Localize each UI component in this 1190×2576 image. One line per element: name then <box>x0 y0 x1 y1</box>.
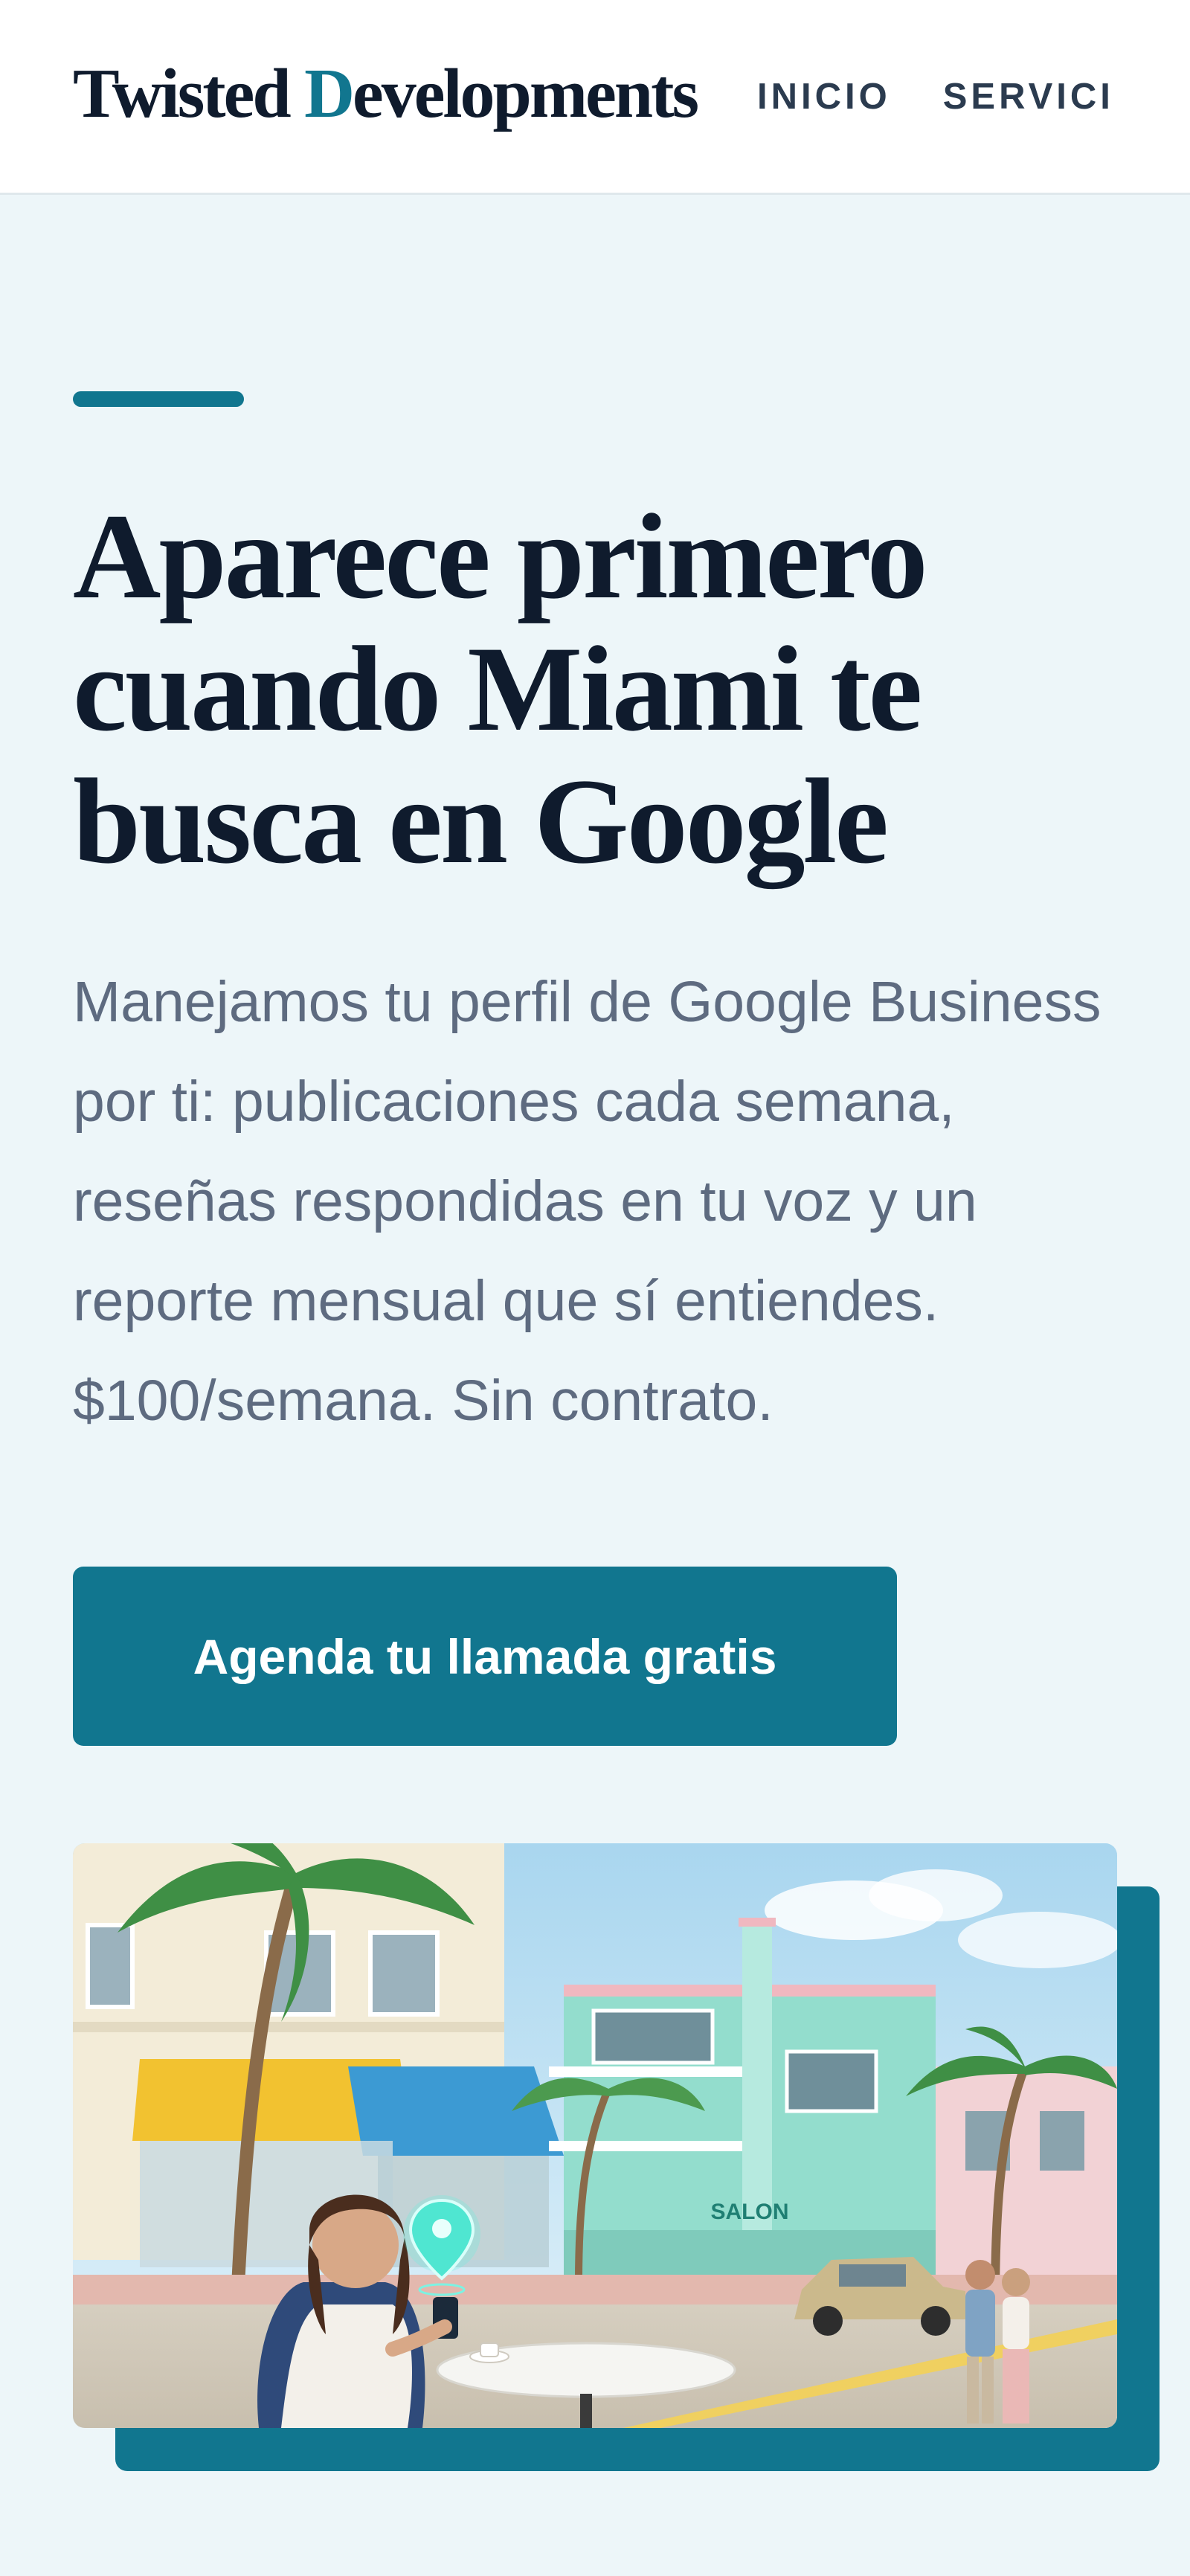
hero-subtext: Manejamos tu perfil de Google Business p… <box>73 970 1101 1433</box>
nav-link-servicios[interactable]: SERVICI <box>943 74 1114 119</box>
brand-text-part2: evelopments <box>353 55 699 132</box>
site-header: Twisted Developments INICIO SERVICI <box>0 0 1190 195</box>
hero-headline: Aparece primero cuando Miami te busca en… <box>73 489 928 889</box>
brand-logo[interactable]: Twisted Developments <box>73 49 699 138</box>
brand-accent-letter: D <box>304 55 355 132</box>
main-nav: INICIO SERVICI <box>757 74 1114 119</box>
hero-image: SALON <box>73 1843 1117 2428</box>
brand-text-part1: Twisted <box>73 55 305 132</box>
book-call-button[interactable]: Agenda tu llamada gratis <box>73 1567 897 1746</box>
accent-bar <box>73 391 244 407</box>
nav-link-inicio[interactable]: INICIO <box>757 74 891 119</box>
storefront-sign: SALON <box>711 2200 789 2224</box>
miami-street-illustration: SALON <box>73 1843 1117 2428</box>
